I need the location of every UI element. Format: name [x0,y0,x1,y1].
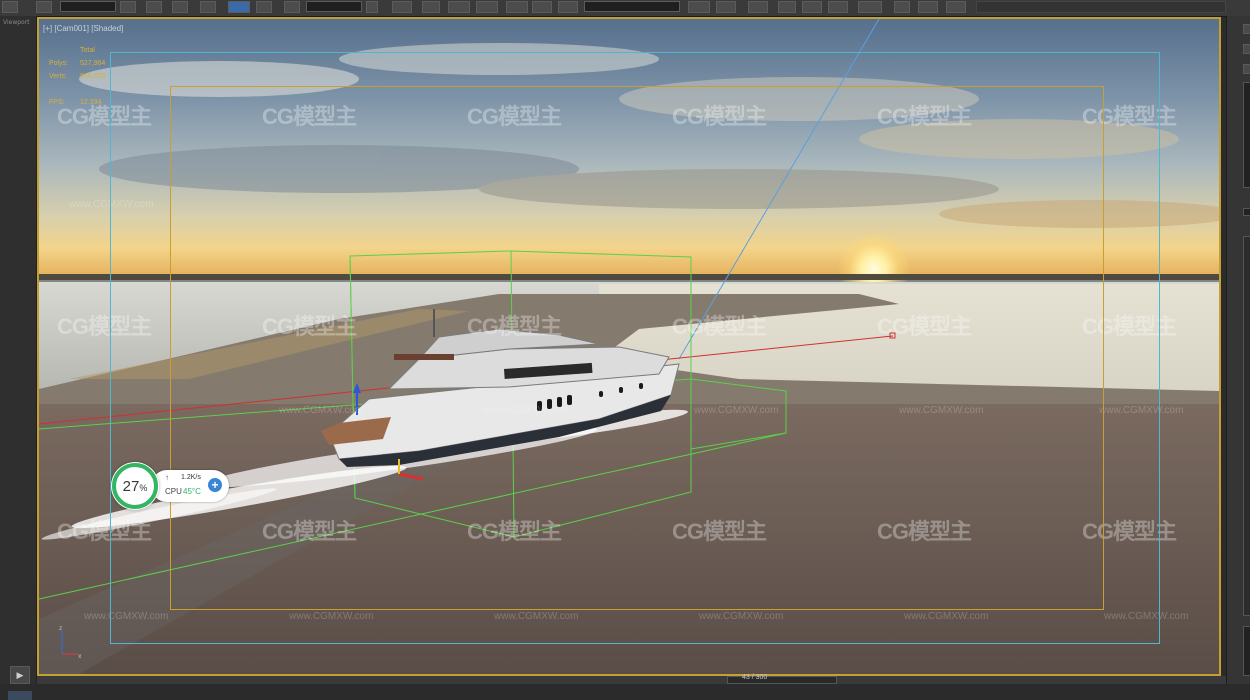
stats-fps-label: FPS: [49,99,65,106]
render-production-icon[interactable] [918,1,938,13]
named-selection-field[interactable] [584,1,680,12]
rendered-frame-icon[interactable] [858,1,882,13]
stats-total-label: Total [80,47,95,54]
cpu-label: CPU [165,487,182,496]
network-speed: 1.2K/s [181,474,201,481]
frame-counter: 43 / 300 [742,674,768,681]
spinner-snap-icon[interactable] [476,1,498,13]
left-strip: Viewport ▶ [0,16,37,700]
speed-boost-button[interactable]: + [208,478,222,492]
angle-snap-icon[interactable] [422,1,440,13]
stats-fps-value: 12.334 [80,99,102,106]
viewport-label-menu[interactable]: [+] [Cam001] [Shaded] [43,24,123,33]
svg-text:z: z [59,625,62,632]
select-by-name-icon[interactable] [146,1,162,13]
play-button[interactable]: ▶ [10,666,30,684]
create-tab-icon[interactable] [1243,24,1250,34]
stats-verts-label: Verts: [49,73,67,80]
snap-toggle-icon[interactable] [392,1,412,13]
select-object-icon[interactable] [120,1,136,13]
side-label: Viewport [3,19,30,26]
selection-filter-dropdown[interactable] [60,1,116,12]
rotate-tool-icon[interactable] [256,1,272,13]
cpu-usage-ring: 27% [111,462,159,510]
parameters-rollout[interactable] [1243,236,1250,616]
percent-snap-icon[interactable] [448,1,470,13]
stats-polys-label: Polys: [49,60,69,67]
safe-frame-action [170,86,1104,610]
command-panel [1226,16,1250,684]
cpu-temperature: 45°C [183,487,201,496]
camera-viewport[interactable]: CG模型主 CG模型主 CG模型主 CG模型主 CG模型主 CG模型主 CG模型… [37,17,1221,676]
rect-select-icon[interactable] [172,1,188,13]
object-list-panel[interactable] [1243,82,1250,188]
hierarchy-tab-icon[interactable] [1243,64,1250,74]
modifier-stack[interactable] [1243,626,1250,676]
upload-arrow-icon: ↑ [165,473,169,482]
scale-tool-icon[interactable] [284,1,300,13]
svg-text:x: x [78,653,82,660]
schematic-view-icon[interactable] [778,1,796,13]
ribbon-icon[interactable] [716,1,736,13]
stats-verts-value: 946,830 [80,73,106,80]
main-toolbar [0,0,1250,17]
material-editor-icon[interactable] [802,1,822,13]
undo-icon[interactable] [2,1,18,13]
render-icon[interactable] [894,1,910,13]
axis-tripod-icon: z x [59,625,82,660]
window-crossing-icon[interactable] [200,1,216,13]
mirror-icon[interactable] [506,1,528,13]
cpu-monitor-widget[interactable]: 27% ↑ 1.2K/s CPU 45°C + [111,460,231,514]
rollout-header[interactable] [1243,208,1250,216]
pivot-icon[interactable] [366,1,378,13]
cpu-usage-percent: 27% [122,478,148,495]
stats-polys-value: 527,964 [80,60,106,67]
toolbar-spacer [976,1,1226,13]
link-icon[interactable] [36,1,52,13]
time-slider-bar: 43 / 300 [37,674,1226,684]
render-setup-icon[interactable] [828,1,848,13]
modify-tab-icon[interactable] [1243,44,1250,54]
move-tool-icon[interactable] [228,1,250,13]
named-selection-icon[interactable] [558,1,578,13]
layer-manager-icon[interactable] [688,1,710,13]
viewport-layout-button[interactable] [8,691,32,700]
align-icon[interactable] [532,1,552,13]
cloud-render-icon[interactable] [946,1,966,13]
curve-editor-icon[interactable] [748,1,768,13]
reference-coordinate-dropdown[interactable] [306,1,362,12]
